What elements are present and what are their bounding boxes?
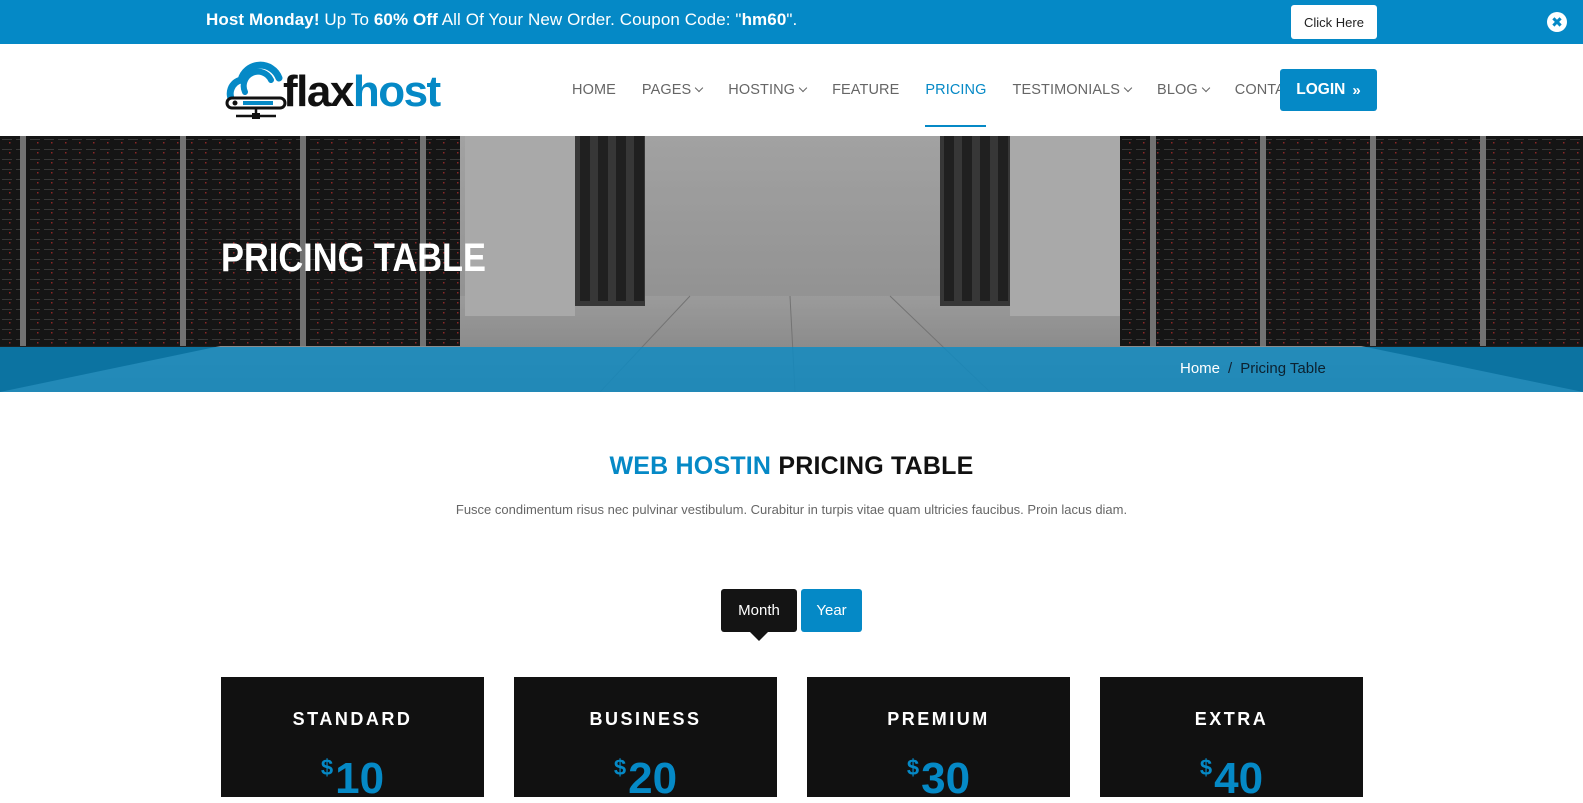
currency-symbol: $ xyxy=(906,755,920,780)
promo-coupon-code: hm60 xyxy=(741,10,787,29)
login-button[interactable]: LOGIN » xyxy=(1280,69,1377,111)
promo-text-2: All Of Your New Order. Coupon Code: " xyxy=(437,10,742,29)
year-tab[interactable]: Year xyxy=(801,589,862,632)
nav-hosting-label: HOSTING xyxy=(728,82,796,98)
nav-pricing[interactable]: PRICING xyxy=(925,44,987,136)
breadcrumb-separator: / xyxy=(1228,360,1233,377)
nav-hosting[interactable]: HOSTING xyxy=(728,44,808,136)
promo-click-here-button[interactable]: Click Here xyxy=(1291,5,1377,39)
nav-blog[interactable]: BLOG xyxy=(1157,44,1210,136)
site-header: flaxhost HOME PAGES HOSTING FEATURE PRIC… xyxy=(0,44,1583,136)
plan-name: STANDARD xyxy=(292,709,413,729)
page-hero: PRICING TABLE Home / Pricing Table xyxy=(0,136,1583,392)
logo-host: host xyxy=(352,67,441,116)
price-value: 20 xyxy=(628,754,678,803)
page-title: PRICING TABLE xyxy=(221,236,487,280)
section-description: Fusce condimentum risus nec pulvinar ves… xyxy=(455,502,1128,517)
currency-symbol: $ xyxy=(320,755,334,780)
nav-feature-label: FEATURE xyxy=(832,82,900,98)
pricing-cards: STANDARD $10 BUSINESS $20 PREMIUM $30 EX… xyxy=(221,677,1363,801)
nav-testimonials[interactable]: TESTIMONIALS xyxy=(1012,44,1133,136)
nav-home-label: HOME xyxy=(572,82,616,98)
pricing-card-standard: STANDARD $10 xyxy=(221,677,484,801)
breadcrumb-current: Pricing Table xyxy=(1240,360,1326,377)
nav-home[interactable]: HOME xyxy=(572,44,616,136)
price-value: 40 xyxy=(1214,754,1264,803)
pricing-card-extra: EXTRA $40 xyxy=(1100,677,1363,801)
billing-toggle: Month Year xyxy=(721,589,862,641)
promo-lead: Host Monday! xyxy=(206,10,320,29)
breadcrumb-bar: Home / Pricing Table xyxy=(0,347,1583,392)
plan-price: $30 xyxy=(807,757,1070,801)
chevron-down-icon xyxy=(798,83,808,93)
login-label: LOGIN xyxy=(1296,81,1346,98)
double-chevron-right-icon: » xyxy=(1352,81,1361,99)
plan-price: $10 xyxy=(221,757,484,801)
plan-price: $20 xyxy=(514,757,777,801)
nav-pages[interactable]: PAGES xyxy=(641,44,704,136)
section-title-dark: PRICING TABLE xyxy=(771,452,974,480)
pricing-card-premium: PREMIUM $30 xyxy=(807,677,1070,801)
pricing-card-business: BUSINESS $20 xyxy=(514,677,777,801)
promo-discount: 60% Off xyxy=(373,10,438,29)
breadcrumb: Home / Pricing Table xyxy=(1180,360,1326,377)
promo-bar: Host Monday! Up To 60% Off All Of Your N… xyxy=(0,0,1583,44)
plan-name: BUSINESS xyxy=(589,709,702,729)
plan-name: PREMIUM xyxy=(887,709,990,729)
currency-symbol: $ xyxy=(1199,755,1213,780)
section-title-blue: WEB HOSTIN xyxy=(609,452,772,480)
plan-price: $40 xyxy=(1100,757,1363,801)
promo-text-3: ". xyxy=(786,10,798,29)
nav-pricing-label: PRICING xyxy=(925,82,987,98)
nav-blog-label: BLOG xyxy=(1157,82,1198,98)
close-glyph: ✖ xyxy=(1551,14,1563,30)
month-tab[interactable]: Month xyxy=(721,589,797,641)
plan-name: EXTRA xyxy=(1194,709,1269,729)
promo-text-1: Up To xyxy=(319,10,374,29)
nav-testimonials-label: TESTIMONIALS xyxy=(1012,82,1121,98)
promo-text: Host Monday! Up To 60% Off All Of Your N… xyxy=(206,10,797,30)
breadcrumb-home-link[interactable]: Home xyxy=(1180,360,1220,377)
logo-flax: flax xyxy=(283,67,354,116)
logo[interactable]: flaxhost xyxy=(221,58,461,122)
section-title: WEB HOSTIN PRICING TABLE xyxy=(0,452,1583,481)
price-value: 30 xyxy=(921,754,971,803)
price-value: 10 xyxy=(335,754,385,803)
logo-wordmark: flaxhost xyxy=(283,67,441,116)
currency-symbol: $ xyxy=(613,755,627,780)
nav-pages-label: PAGES xyxy=(641,82,692,98)
nav-feature[interactable]: FEATURE xyxy=(832,44,899,136)
cloud-server-logo-icon xyxy=(225,61,287,119)
main-nav: HOME PAGES HOSTING FEATURE PRICING TESTI… xyxy=(572,44,1330,136)
chevron-down-icon xyxy=(1201,83,1210,93)
chevron-down-icon xyxy=(695,83,704,93)
chevron-down-icon xyxy=(1123,83,1133,93)
close-icon[interactable]: ✖ xyxy=(1547,12,1567,32)
